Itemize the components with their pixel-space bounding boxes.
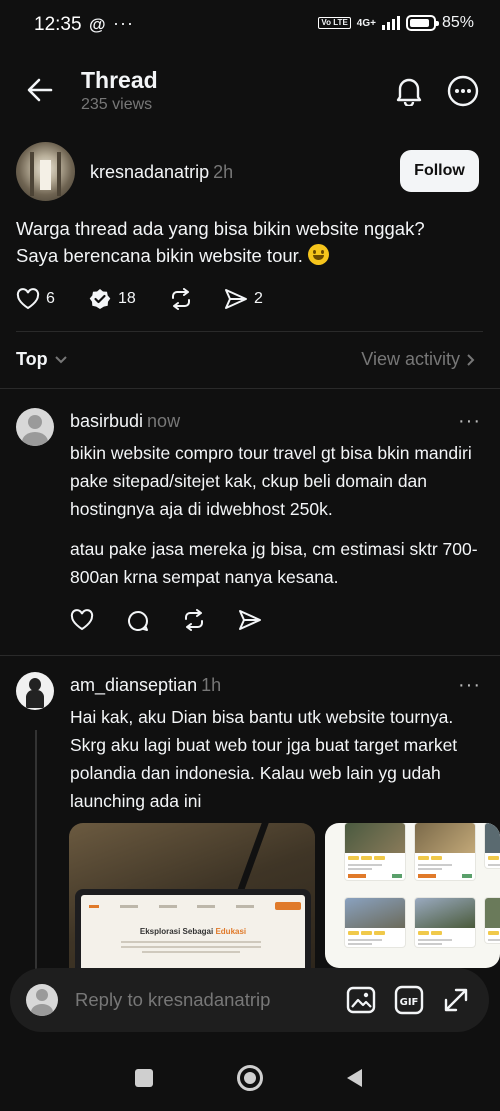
system-navigation-bar: [0, 1032, 500, 1111]
post-text-line1: Warga thread ada yang bisa bikin website…: [16, 218, 425, 239]
heart-icon: [70, 609, 94, 631]
share-count: 2: [254, 290, 263, 307]
avatar[interactable]: [16, 408, 54, 446]
reply-body: atau pake jasa mereka jg bisa, cm estima…: [70, 539, 478, 587]
post-author[interactable]: kresnadanatrip 2h: [90, 162, 233, 183]
smile-emoji-icon: [308, 244, 330, 265]
like-button[interactable]: 6: [16, 288, 55, 310]
status-bar: 12:35 @ ··· Vo LTE 4G+ 85%: [0, 0, 500, 50]
reply-composer[interactable]: Reply to kresnadanatrip GIF: [10, 968, 489, 1032]
reply-count: 18: [118, 290, 136, 307]
back-arrow-icon[interactable]: [26, 76, 54, 104]
back-triangle-icon[interactable]: [345, 1068, 363, 1088]
follow-button[interactable]: Follow: [400, 150, 479, 192]
heart-icon: [16, 288, 40, 310]
gif-icon[interactable]: GIF: [394, 985, 424, 1015]
divider: [16, 331, 483, 332]
post-body: Warga thread ada yang bisa bikin website…: [16, 215, 486, 269]
reply-timestamp: now: [147, 411, 181, 431]
post-text-line2: Saya berencana bikin website tour.: [16, 245, 303, 266]
like-count: 6: [46, 290, 55, 307]
bell-icon[interactable]: [395, 76, 423, 106]
send-icon: [239, 610, 261, 630]
avatar: [26, 984, 58, 1016]
screen-heading: Eksplorasi Sebagai Edukasi: [139, 927, 247, 936]
like-button[interactable]: [70, 609, 94, 631]
view-count: 235 views: [81, 96, 153, 113]
reply-author[interactable]: basirbudi now: [70, 411, 180, 432]
send-icon: [225, 289, 247, 309]
reply-body: bikin website compro tour travel gt bisa…: [70, 443, 472, 519]
repost-icon: [185, 609, 203, 631]
attachment-image-tour-grid[interactable]: [325, 823, 500, 968]
repost-button[interactable]: [169, 288, 193, 310]
avatar[interactable]: [16, 672, 54, 710]
comment-icon: [128, 611, 148, 632]
repost-button[interactable]: [182, 609, 206, 631]
battery-icon: [405, 15, 439, 31]
sort-label: Top: [16, 349, 48, 369]
volte-icon: Vo LTE: [318, 17, 351, 29]
reply-username[interactable]: basirbudi: [70, 411, 143, 431]
reply-timestamp: 1h: [201, 675, 222, 695]
view-activity-label: View activity: [361, 349, 460, 369]
threads-notification-icon: @: [89, 15, 106, 34]
view-activity-link[interactable]: View activity: [361, 349, 476, 370]
reply-username[interactable]: am_dianseptian: [70, 675, 197, 695]
share-button[interactable]: [238, 609, 262, 631]
post-username[interactable]: kresnadanatrip: [90, 162, 209, 182]
more-options-icon[interactable]: [447, 75, 479, 107]
divider: [0, 655, 500, 656]
recent-apps-icon[interactable]: [135, 1069, 153, 1087]
post-timestamp: 2h: [213, 162, 234, 182]
thread-line: [35, 730, 37, 970]
reply-body: Hai kak, aku Dian bisa bantu utk website…: [70, 707, 458, 811]
page-title: Thread: [81, 67, 158, 93]
sort-dropdown[interactable]: Top: [16, 349, 68, 370]
reply-input[interactable]: Reply to kresnadanatrip: [75, 989, 270, 1011]
svg-text:GIF: GIF: [400, 997, 419, 1008]
reply-author[interactable]: am_dianseptian 1h: [70, 675, 221, 696]
image-icon[interactable]: [346, 986, 376, 1014]
more-notifications-icon: ···: [113, 13, 134, 33]
signal-icon: [381, 16, 400, 30]
reply-count-button[interactable]: 18: [88, 288, 136, 310]
expand-icon[interactable]: [442, 986, 470, 1014]
battery-percent: 85%: [441, 14, 474, 31]
divider: [0, 388, 500, 389]
share-button[interactable]: 2: [224, 288, 263, 310]
reply-more-icon[interactable]: ···: [458, 410, 481, 433]
avatar[interactable]: [16, 142, 75, 201]
repost-icon: [172, 288, 190, 310]
verified-check-icon: [89, 289, 111, 309]
home-icon[interactable]: [237, 1065, 263, 1091]
comment-button[interactable]: [126, 609, 150, 633]
reply-more-icon[interactable]: ···: [458, 674, 481, 697]
status-time: 12:35: [34, 14, 82, 35]
chevron-down-icon: [54, 355, 67, 363]
network-type: 4G+: [356, 17, 376, 29]
chevron-right-icon: [467, 353, 475, 366]
status-right-cluster: Vo LTE 4G+ 85%: [318, 14, 474, 32]
